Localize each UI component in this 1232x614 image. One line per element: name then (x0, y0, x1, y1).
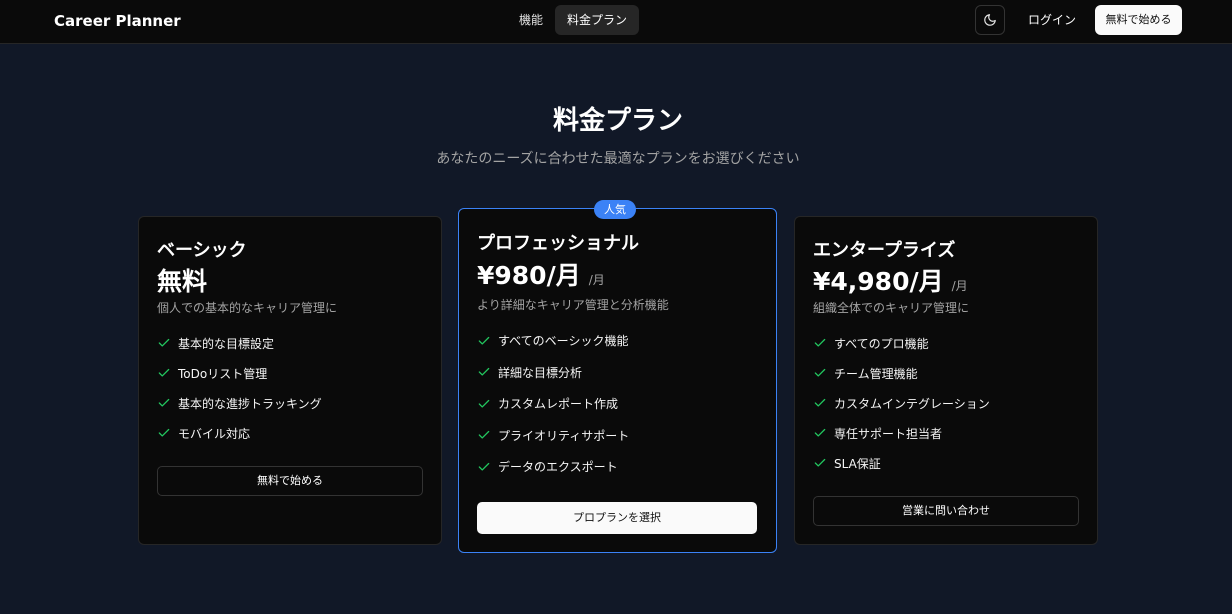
check-icon (478, 462, 490, 471)
check-icon (814, 428, 826, 437)
check-icon (478, 336, 490, 345)
plan-card-enterprise: エンタープライズ ¥4,980/月/月 組織全体でのキャリア管理に すべてのプロ… (794, 216, 1098, 545)
start-free-button[interactable]: 無料で始める (1095, 5, 1182, 35)
plan-price: 無料 (157, 267, 208, 296)
check-icon (814, 398, 826, 407)
feature-item: 詳細な目標分析 (477, 357, 629, 389)
check-icon (158, 338, 170, 347)
feature-item: プライオリティサポート (477, 420, 629, 452)
plan-price: ¥4,980/月/月 (813, 267, 968, 296)
check-icon (478, 399, 490, 408)
check-icon (158, 368, 170, 377)
feature-item: SLA保証 (813, 448, 990, 478)
brand-logo[interactable]: Career Planner (54, 12, 181, 30)
plan-card-professional: 人気 プロフェッショナル ¥980/月/月 より詳細なキャリア管理と分析機能 す… (458, 200, 777, 553)
check-icon (478, 431, 490, 439)
check-icon (814, 368, 826, 377)
popular-badge: 人気 (594, 200, 636, 219)
plan-name: プロフェッショナル (477, 233, 639, 254)
feature-item: ToDoリスト管理 (157, 358, 322, 388)
check-icon (814, 458, 826, 467)
feature-item: チーム管理機能 (813, 358, 990, 388)
nav-link-features[interactable]: 機能 (507, 5, 555, 35)
feature-item: 専任サポート担当者 (813, 418, 990, 448)
moon-icon (984, 14, 996, 26)
check-icon (158, 428, 170, 437)
feature-item: 基本的な目標設定 (157, 328, 322, 358)
feature-item: カスタムレポート作成 (477, 388, 629, 420)
page-subtitle: あなたのニーズに合わせた最適なプランをお選びください (436, 151, 800, 167)
plan-description: より詳細なキャリア管理と分析機能 (477, 298, 669, 312)
page-title: 料金プラン (552, 106, 683, 136)
login-link[interactable]: ログイン (1018, 5, 1086, 35)
plan-price: ¥980/月/月 (477, 261, 605, 290)
check-icon (814, 338, 826, 347)
feature-list: すべてのベーシック機能 詳細な目標分析 カスタムレポート作成 プライオリティサポ… (477, 325, 629, 483)
check-icon (478, 368, 490, 376)
select-pro-plan-button[interactable]: プロプランを選択 (477, 502, 757, 534)
feature-item: すべてのベーシック機能 (477, 325, 629, 357)
plan-description: 個人での基本的なキャリア管理に (157, 301, 338, 315)
plan-name: エンタープライズ (813, 240, 956, 261)
check-icon (158, 398, 170, 407)
contact-sales-button[interactable]: 営業に問い合わせ (813, 496, 1079, 526)
plan-card-basic: ベーシック 無料 個人での基本的なキャリア管理に 基本的な目標設定 ToDoリス… (138, 216, 442, 545)
theme-toggle-button[interactable] (975, 5, 1005, 35)
feature-item: データのエクスポート (477, 451, 629, 483)
top-navigation-bar: Career Planner 機能 料金プラン ログイン 無料で始める (0, 0, 1232, 44)
feature-list: 基本的な目標設定 ToDoリスト管理 基本的な進捗トラッキング モバイル対応 (157, 328, 322, 448)
nav-link-pricing[interactable]: 料金プラン (555, 5, 640, 35)
plan-name: ベーシック (157, 240, 247, 261)
feature-list: すべてのプロ機能 チーム管理機能 カスタムインテグレーション 専任サポート担当者… (813, 328, 990, 478)
feature-item: カスタムインテグレーション (813, 388, 990, 418)
feature-item: モバイル対応 (157, 418, 322, 448)
plan-description: 組織全体でのキャリア管理に (813, 301, 970, 315)
feature-item: すべてのプロ機能 (813, 328, 990, 358)
feature-item: 基本的な進捗トラッキング (157, 388, 322, 418)
basic-start-button[interactable]: 無料で始める (157, 466, 423, 496)
